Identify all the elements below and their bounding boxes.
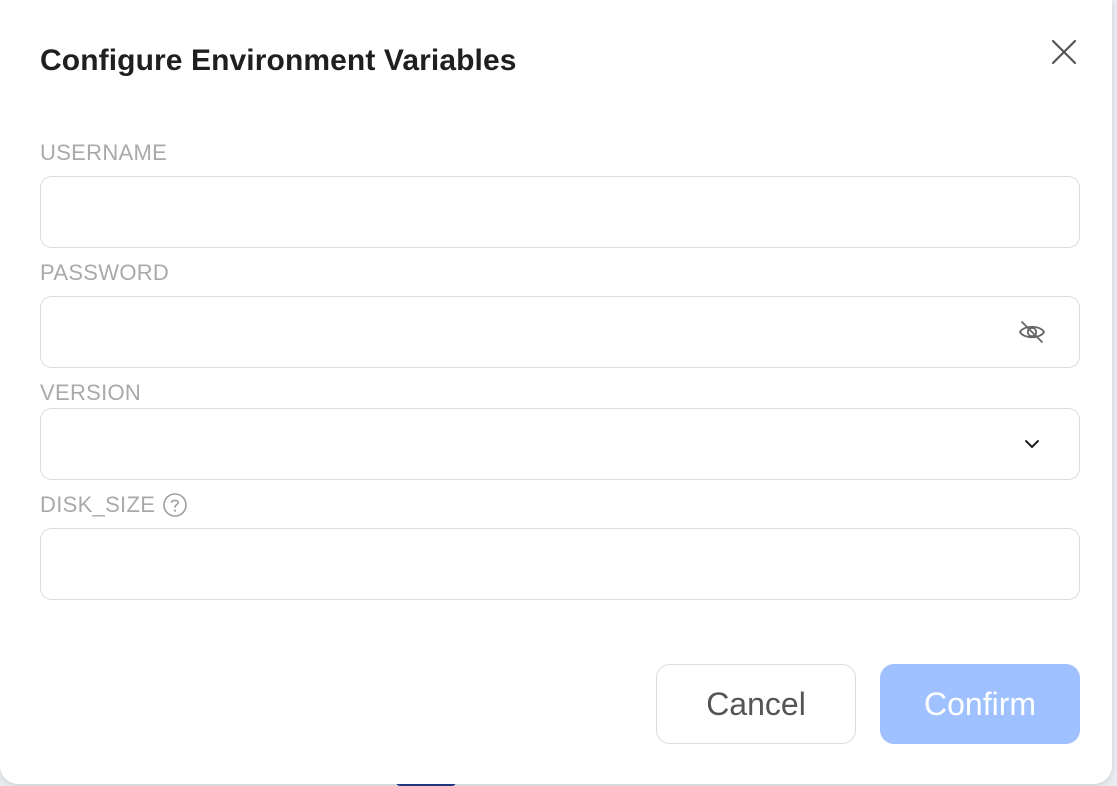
confirm-button[interactable]: Confirm — [880, 664, 1080, 744]
cancel-button[interactable]: Cancel — [656, 664, 856, 744]
username-label: USERNAME — [40, 140, 168, 165]
password-input[interactable] — [59, 297, 999, 367]
eye-off-icon — [1018, 321, 1046, 343]
version-label: VERSION — [40, 380, 142, 405]
password-label: PASSWORD — [40, 260, 170, 285]
dialog-title: Configure Environment Variables — [40, 44, 517, 77]
close-icon — [1051, 39, 1077, 65]
disk-size-label: DISK_SIZE — [40, 492, 156, 517]
password-visibility-toggle[interactable] — [1017, 317, 1047, 347]
version-select[interactable] — [40, 408, 1080, 480]
disk-size-field[interactable] — [40, 528, 1080, 600]
version-dropdown-toggle[interactable] — [1017, 429, 1047, 459]
password-field[interactable] — [40, 296, 1080, 368]
env-vars-dialog: Configure Environment Variables USERNAME… — [0, 0, 1112, 784]
username-field[interactable] — [40, 176, 1080, 248]
chevron-down-icon — [1025, 440, 1039, 448]
help-circle-icon — [163, 493, 187, 517]
close-button[interactable] — [1044, 32, 1084, 72]
disk-size-help[interactable] — [162, 492, 188, 518]
username-input[interactable] — [59, 177, 999, 247]
disk-size-input[interactable] — [59, 529, 999, 599]
